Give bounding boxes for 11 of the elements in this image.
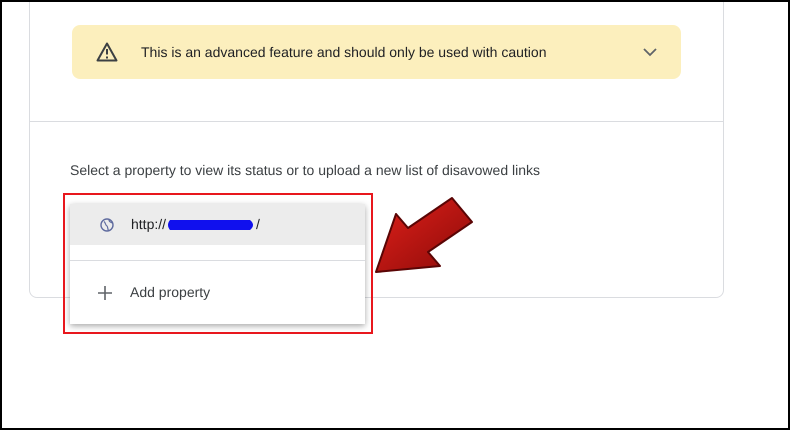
warning-text: This is an advanced feature and should only be used with caution xyxy=(141,42,548,62)
chevron-icon xyxy=(643,48,657,56)
property-menu-item[interactable]: http:// / xyxy=(70,204,365,245)
instruction-text: Select a property to view its status or to upload a new list of disavowed links xyxy=(70,161,542,180)
url-text: / xyxy=(256,215,260,234)
warning-icon xyxy=(96,42,118,62)
globe-icon xyxy=(100,218,114,232)
add-property-item[interactable]: Add property xyxy=(70,260,365,324)
plus-icon xyxy=(98,286,112,300)
warning-banner[interactable]: This is an advanced feature and should only be used with caution xyxy=(72,25,681,79)
url-text: http:// xyxy=(131,215,166,234)
